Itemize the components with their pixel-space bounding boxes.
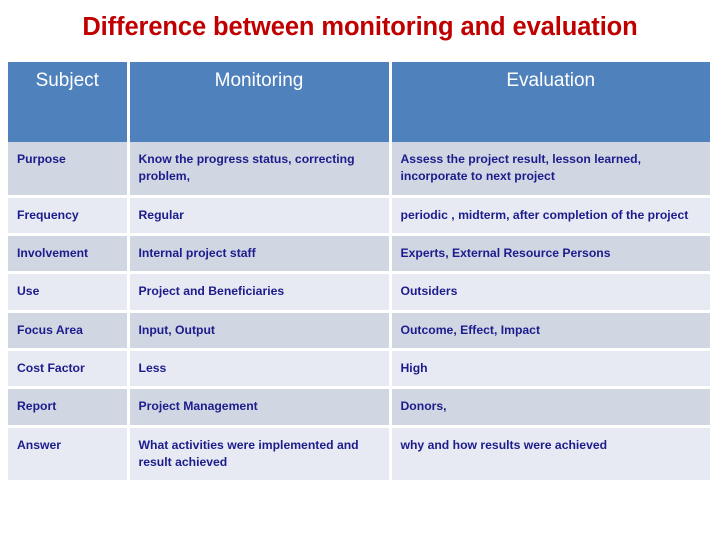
cell-evaluation: High — [390, 349, 710, 390]
cell-evaluation: Donors, — [390, 387, 710, 428]
column-header-subject: Subject — [8, 62, 130, 142]
table-row: Purpose Know the progress status, correc… — [8, 142, 710, 198]
slide-canvas: Difference between monitoring and evalua… — [0, 0, 720, 540]
comparison-table: Subject Monitoring Evaluation Purpose Kn… — [8, 62, 710, 484]
cell-subject: Report — [8, 387, 130, 428]
cell-subject: Purpose — [8, 142, 130, 198]
table-row: Frequency Regular periodic , midterm, af… — [8, 196, 710, 236]
cell-subject: Involvement — [8, 234, 130, 275]
cell-monitoring: Know the progress status, correcting pro… — [128, 142, 392, 198]
table-row: Use Project and Beneficiaries Outsiders — [8, 272, 710, 313]
table-header: Subject Monitoring Evaluation — [8, 62, 710, 142]
cell-monitoring: Input, Output — [128, 311, 392, 351]
cell-evaluation: Outsiders — [390, 272, 710, 313]
cell-monitoring: Internal project staff — [128, 234, 392, 275]
cell-evaluation: Assess the project result, lesson learne… — [390, 142, 710, 198]
cell-monitoring: Project and Beneficiaries — [128, 272, 392, 313]
cell-evaluation: Experts, External Resource Persons — [390, 234, 710, 275]
cell-monitoring: What activities were implemented and res… — [128, 426, 392, 484]
table-body: Purpose Know the progress status, correc… — [8, 142, 710, 484]
column-header-monitoring: Monitoring — [128, 62, 392, 142]
cell-subject: Frequency — [8, 196, 130, 236]
table-row: Involvement Internal project staff Exper… — [8, 234, 710, 275]
cell-subject: Focus Area — [8, 311, 130, 351]
cell-subject: Use — [8, 272, 130, 313]
cell-evaluation: why and how results were achieved — [390, 426, 710, 484]
table-row: Answer What activities were implemented … — [8, 426, 710, 484]
cell-evaluation: Outcome, Effect, Impact — [390, 311, 710, 351]
table-row: Focus Area Input, Output Outcome, Effect… — [8, 311, 710, 351]
cell-monitoring: Less — [128, 349, 392, 390]
page-title: Difference between monitoring and evalua… — [82, 13, 638, 41]
table-row: Report Project Management Donors, — [8, 387, 710, 428]
cell-subject: Answer — [8, 426, 130, 484]
cell-subject: Cost Factor — [8, 349, 130, 390]
table-header-row: Subject Monitoring Evaluation — [8, 62, 710, 142]
cell-monitoring: Regular — [128, 196, 392, 236]
table-row: Cost Factor Less High — [8, 349, 710, 390]
cell-evaluation: periodic , midterm, after completion of … — [390, 196, 710, 236]
cell-monitoring: Project Management — [128, 387, 392, 428]
column-header-evaluation: Evaluation — [390, 62, 710, 142]
